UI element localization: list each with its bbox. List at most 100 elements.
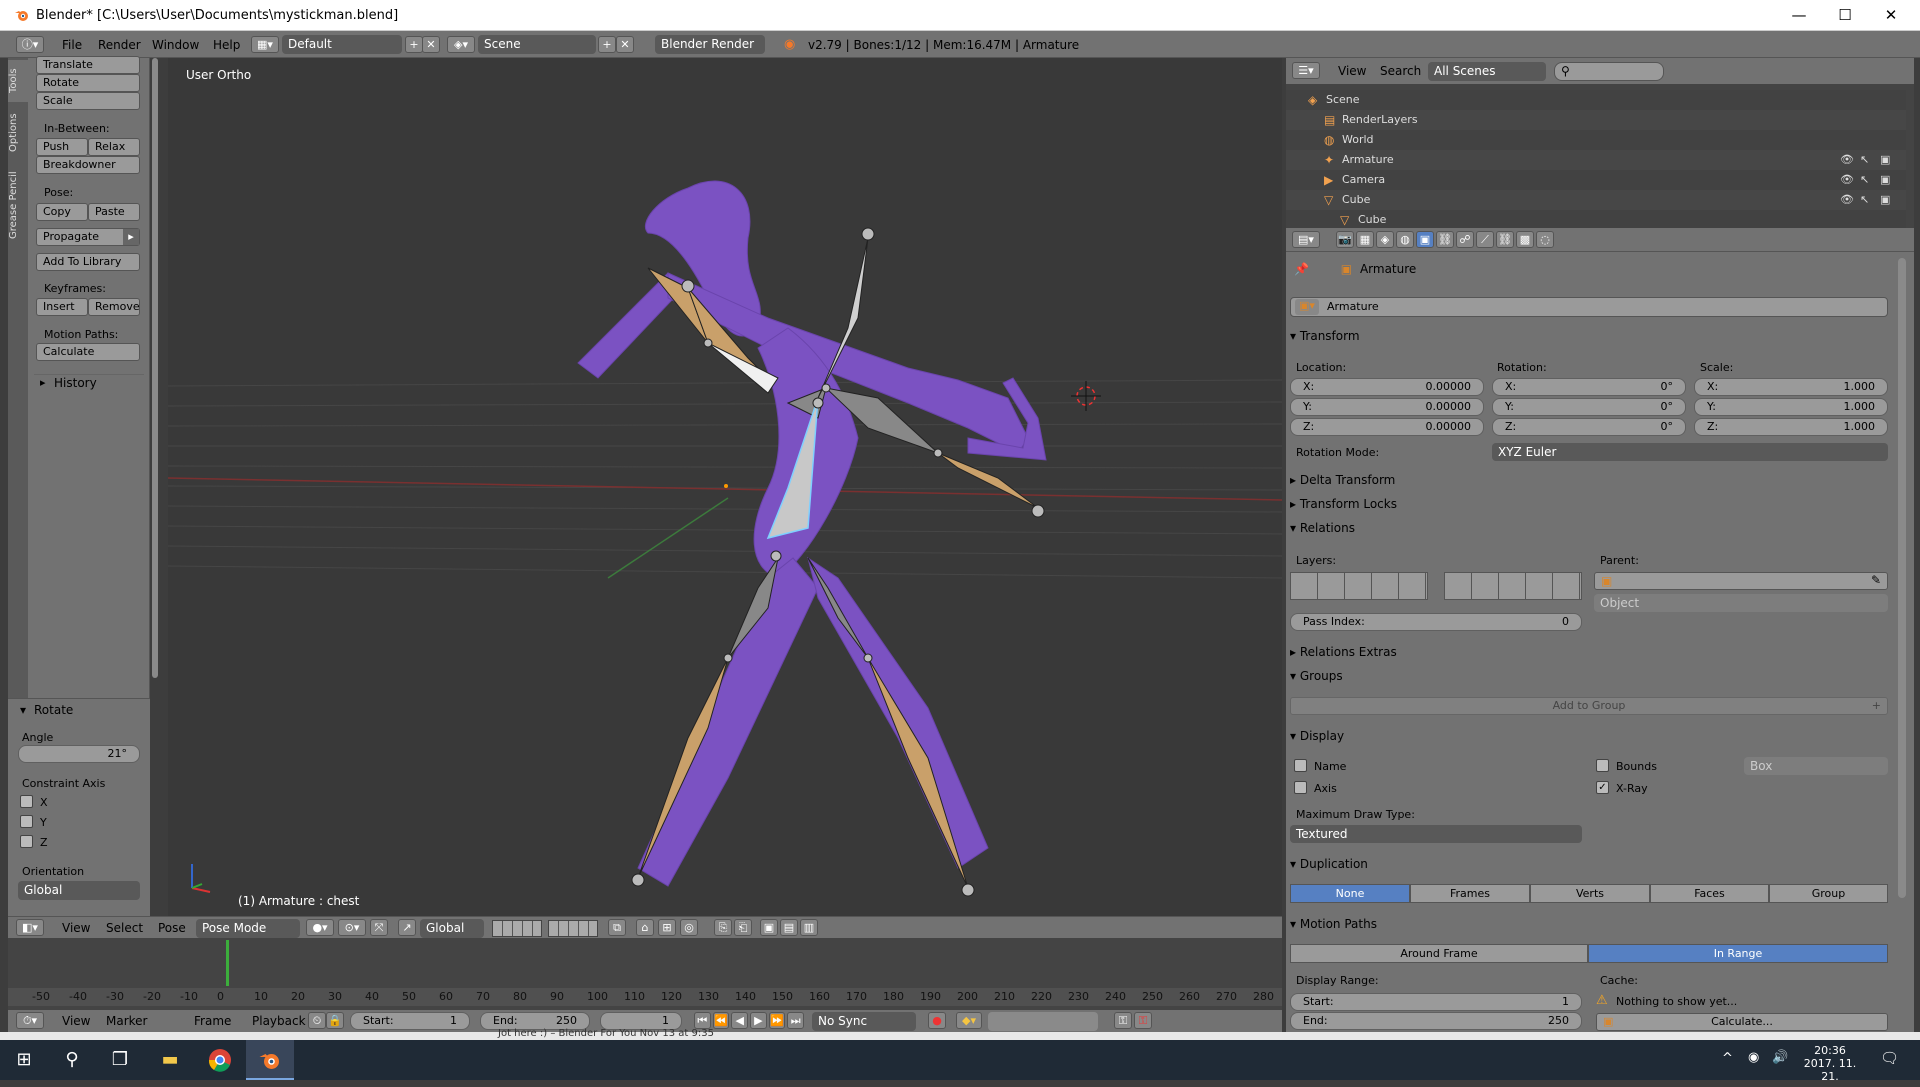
cursor-select-icon[interactable]: ↖	[1860, 153, 1869, 166]
calculate-paths-button[interactable]: Calculate	[36, 343, 140, 361]
jump-end-icon[interactable]: ⏭	[787, 1012, 805, 1029]
screen-layout-icon[interactable]: ▦▾	[251, 36, 279, 53]
pass-index-field[interactable]: Pass Index: 0	[1290, 613, 1582, 631]
snap-element-icon[interactable]: ⊞	[658, 919, 676, 936]
xray-checkbox[interactable]: ✓	[1596, 781, 1609, 794]
menu-help[interactable]: Help	[213, 38, 240, 52]
insert-keyframe-button[interactable]: Insert	[36, 298, 88, 316]
proportional-icon[interactable]: ◎	[680, 919, 698, 936]
chrome-icon[interactable]	[196, 1040, 244, 1080]
viewport-menu-view[interactable]: View	[62, 921, 90, 935]
relations-header[interactable]: ▾ Relations	[1290, 521, 1355, 535]
render-toggle-icon[interactable]: ▣	[1880, 193, 1890, 206]
outliner-row[interactable]: ▽ Cube	[1286, 210, 1906, 230]
scale-button[interactable]: Scale	[36, 92, 140, 110]
rot-x-field[interactable]: X: 0°	[1492, 378, 1686, 396]
delta-transform-header[interactable]: ▸ Delta Transform	[1290, 473, 1395, 487]
translate-button[interactable]: Translate	[36, 56, 140, 74]
timeline-editor-type-icon[interactable]: ⏱▾	[16, 1012, 44, 1029]
max-draw-type-dropdown[interactable]: Textured	[1290, 825, 1582, 843]
paste-pose-icon[interactable]: ⎗	[734, 919, 752, 936]
transform-panel-header[interactable]: ▾ Transform	[1290, 329, 1360, 343]
jump-start-icon[interactable]: ⏮	[694, 1012, 711, 1029]
loc-z-field[interactable]: Z: 0.00000	[1290, 418, 1484, 436]
next-keyframe-icon[interactable]: ⏩	[768, 1012, 786, 1029]
pivot-point-icon[interactable]: ⊙▾	[338, 919, 366, 936]
menu-file[interactable]: File	[62, 38, 82, 52]
start-frame-field[interactable]: Start: 1	[350, 1012, 470, 1030]
remove-layout-icon[interactable]: ✕	[422, 36, 440, 53]
manipulator-toggle-icon[interactable]: ⤧	[370, 919, 388, 936]
pin-icon[interactable]: 📌	[1294, 262, 1309, 276]
add-to-group-button[interactable]: Add to Group +	[1290, 697, 1888, 715]
properties-editor-type-icon[interactable]: ▤▾	[1292, 231, 1320, 248]
add-to-library-button[interactable]: Add To Library	[36, 253, 140, 271]
duplication-header[interactable]: ▾ Duplication	[1290, 857, 1368, 871]
outliner-row[interactable]: ▶ Camera 👁 ↖ ▣	[1286, 170, 1906, 190]
editor-type-icon[interactable]: ⓘ▾	[16, 36, 44, 53]
volume-icon[interactable]: 🔊	[1772, 1050, 1788, 1065]
bone-constraints-tab-icon[interactable]: ⛓	[1496, 231, 1514, 248]
preview-range-icon[interactable]: ⏲	[308, 1012, 326, 1029]
current-frame-marker[interactable]	[226, 940, 229, 986]
motion-paths-header[interactable]: ▾ Motion Paths	[1290, 917, 1377, 931]
outliner-row[interactable]: ✦ Armature 👁 ↖ ▣	[1286, 150, 1906, 170]
copy-pose-icon[interactable]: ⎘	[714, 919, 732, 936]
dup-faces-button[interactable]: Faces	[1650, 884, 1769, 903]
layer-buttons-a[interactable]	[492, 920, 542, 937]
dup-frames-button[interactable]: Frames	[1410, 884, 1530, 903]
object-name-field[interactable]: ▣▾ Armature	[1290, 297, 1888, 317]
keying-set-field[interactable]	[988, 1012, 1098, 1031]
tab-options[interactable]: Options	[8, 106, 28, 160]
blender-taskbar-icon[interactable]	[246, 1040, 294, 1080]
cursor-select-icon[interactable]: ↖	[1860, 173, 1869, 186]
constraints-tab-icon[interactable]: ⛓	[1436, 231, 1454, 248]
scl-x-field[interactable]: X: 1.000	[1694, 378, 1888, 396]
viewport-editor-type-icon[interactable]: ◧▾	[16, 919, 44, 936]
notifications-icon[interactable]: 🗨	[1880, 1049, 1899, 1067]
eyedropper-icon[interactable]: ✎	[1871, 573, 1881, 587]
add-scene-icon[interactable]: +	[598, 36, 616, 53]
play-icon[interactable]: ▶	[750, 1012, 767, 1029]
viewport-menu-pose[interactable]: Pose	[158, 921, 186, 935]
timeline-menu-playback[interactable]: Playback	[252, 1014, 306, 1028]
lock-layers-icon[interactable]: ⧉	[608, 919, 626, 936]
lock-range-icon[interactable]: 🔒	[326, 1012, 344, 1029]
play-reverse-icon[interactable]: ◀	[731, 1012, 749, 1029]
close-window-button[interactable]: ✕	[1868, 0, 1914, 31]
clock[interactable]: 20:36 2017. 11. 21.	[1800, 1044, 1860, 1083]
rot-y-field[interactable]: Y: 0°	[1492, 398, 1686, 416]
viewport-menu-select[interactable]: Select	[106, 921, 143, 935]
render-toggle-icon[interactable]: ▣	[1880, 173, 1890, 186]
scene-tab-icon[interactable]: ◈	[1376, 231, 1394, 248]
in-range-button[interactable]: In Range	[1588, 944, 1888, 963]
render-preview-icon[interactable]: ▣	[760, 919, 778, 936]
copy-pose-button[interactable]: Copy	[36, 203, 88, 221]
render-tab-icon[interactable]: 📷	[1336, 231, 1354, 248]
scl-y-field[interactable]: Y: 1.000	[1694, 398, 1888, 416]
keying-icon[interactable]: ◆▾	[956, 1012, 982, 1029]
object-tab-icon[interactable]: ▣	[1416, 231, 1434, 248]
parent-type-dropdown[interactable]: Object	[1594, 594, 1888, 612]
toolshelf-scrollbar[interactable]	[152, 58, 158, 678]
minimize-button[interactable]: —	[1776, 0, 1822, 31]
3d-viewport[interactable]: User Ortho (1) Armature: chest	[168, 58, 1282, 916]
breakdowner-button[interactable]: Breakdowner	[36, 156, 140, 174]
layer-buttons-b[interactable]	[548, 920, 598, 937]
show-name-checkbox[interactable]	[1294, 759, 1307, 772]
maximize-button[interactable]: ☐	[1822, 0, 1868, 31]
start-button-icon[interactable]: ⊞	[0, 1040, 48, 1080]
bounds-type-dropdown[interactable]: Box	[1744, 757, 1888, 775]
outliner-editor-type-icon[interactable]: ☰▾	[1292, 62, 1320, 79]
layers-grid-a[interactable]	[1290, 572, 1428, 600]
show-bounds-checkbox[interactable]	[1596, 759, 1609, 772]
world-tab-icon[interactable]: ◍	[1396, 231, 1414, 248]
history-expand-icon[interactable]: ▸	[40, 376, 46, 389]
rotate-button[interactable]: Rotate	[36, 74, 140, 92]
around-frame-button[interactable]: Around Frame	[1290, 944, 1588, 963]
constraint-y-checkbox[interactable]	[20, 815, 33, 828]
render-engine-selector[interactable]: Blender Render	[655, 35, 765, 54]
scl-z-field[interactable]: Z: 1.000	[1694, 418, 1888, 436]
rotation-mode-dropdown[interactable]: XYZ Euler	[1492, 443, 1888, 461]
translate-manipulator-icon[interactable]: ↗	[398, 919, 416, 936]
